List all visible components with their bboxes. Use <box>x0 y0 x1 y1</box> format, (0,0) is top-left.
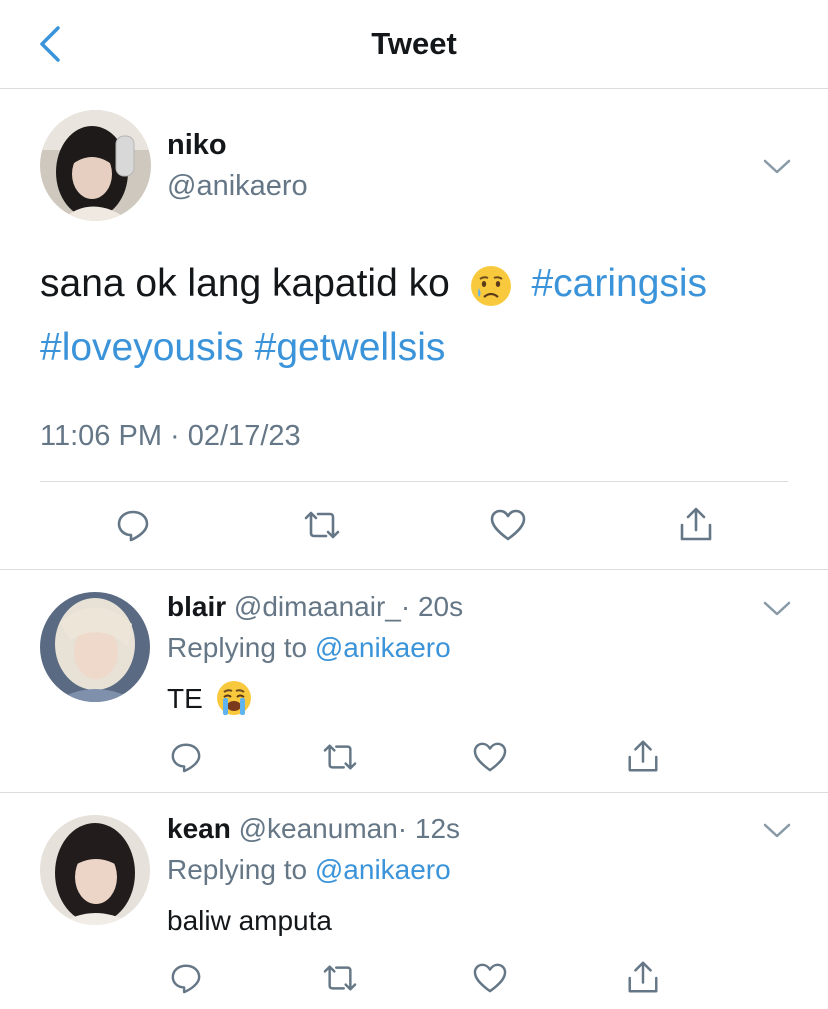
reply-author-name[interactable]: kean <box>167 813 231 844</box>
retweet-button[interactable] <box>317 737 363 777</box>
chevron-down-icon[interactable] <box>762 820 792 840</box>
reply-button[interactable] <box>166 958 206 998</box>
heart-icon <box>490 509 526 541</box>
avatar-image <box>40 815 150 925</box>
replying-to-handle[interactable]: @anikaero <box>315 854 451 885</box>
divider <box>0 792 828 793</box>
retweet-icon <box>323 965 357 991</box>
heart-icon <box>473 963 507 993</box>
hashtag-link[interactable]: #getwellsis <box>255 326 446 369</box>
like-button[interactable] <box>470 737 510 777</box>
avatar[interactable] <box>40 110 151 221</box>
author-handle[interactable]: @anikaero <box>167 170 308 203</box>
hashtag-link[interactable]: #caringsis <box>531 262 707 305</box>
reply-icon <box>171 743 201 773</box>
share-icon <box>680 507 712 541</box>
tweet-timestamp[interactable]: 11:06 PM · 02/17/23 <box>40 420 301 453</box>
reply-time: · 12s <box>397 813 461 844</box>
share-button[interactable] <box>675 503 717 545</box>
reply-body: baliw amputa <box>167 905 332 936</box>
replying-to-label: Replying to <box>167 854 308 885</box>
chevron-down-icon[interactable] <box>762 598 792 618</box>
reply-header: blair @dimaanair_· 20s <box>167 591 463 623</box>
hashtag-link[interactable]: #loveyousis <box>40 326 244 369</box>
retweet-icon <box>304 511 340 539</box>
reply-time: · 20s <box>400 591 464 622</box>
top-bar: Tweet <box>0 0 828 89</box>
avatar[interactable] <box>40 815 150 925</box>
avatar-image <box>40 592 150 702</box>
crying-face-icon <box>470 265 511 306</box>
reply-author-handle[interactable]: @keanuman <box>239 813 398 844</box>
share-button[interactable] <box>623 735 663 777</box>
reply-icon <box>171 964 201 994</box>
retweet-icon <box>323 744 357 770</box>
share-icon <box>628 961 658 993</box>
reply-author-name[interactable]: blair <box>167 591 226 622</box>
replying-to-handle[interactable]: @anikaero <box>315 632 451 663</box>
divider <box>0 569 828 570</box>
replying-to: Replying to @anikaero <box>167 632 451 664</box>
avatar[interactable] <box>40 592 150 702</box>
reply-header: kean @keanuman· 12s <box>167 813 460 845</box>
heart-icon <box>473 742 507 772</box>
page-title: Tweet <box>371 26 457 61</box>
divider <box>40 481 788 482</box>
reply-body: TE <box>167 683 203 714</box>
retweet-button[interactable] <box>298 505 346 545</box>
share-icon <box>628 740 658 772</box>
retweet-button[interactable] <box>317 958 363 998</box>
avatar-image <box>40 110 151 221</box>
reply-author-handle[interactable]: @dimaanair_ <box>234 591 401 622</box>
tweet-text: sana ok lang kapatid ko #caringsis #love… <box>40 252 800 380</box>
replying-to-label: Replying to <box>167 632 308 663</box>
reply-button[interactable] <box>166 737 206 777</box>
like-button[interactable] <box>470 958 510 998</box>
reply-icon <box>117 510 149 542</box>
tweet-body: sana ok lang kapatid ko <box>40 262 450 305</box>
author-name[interactable]: niko <box>167 129 227 162</box>
like-button[interactable] <box>487 505 529 545</box>
share-button[interactable] <box>623 956 663 998</box>
loudly-crying-face-icon <box>216 680 251 715</box>
reply-text: TE <box>167 680 253 717</box>
chevron-down-icon[interactable] <box>762 156 792 176</box>
reply-button[interactable] <box>113 505 153 545</box>
reply-text: baliw amputa <box>167 905 332 937</box>
replying-to: Replying to @anikaero <box>167 854 451 886</box>
